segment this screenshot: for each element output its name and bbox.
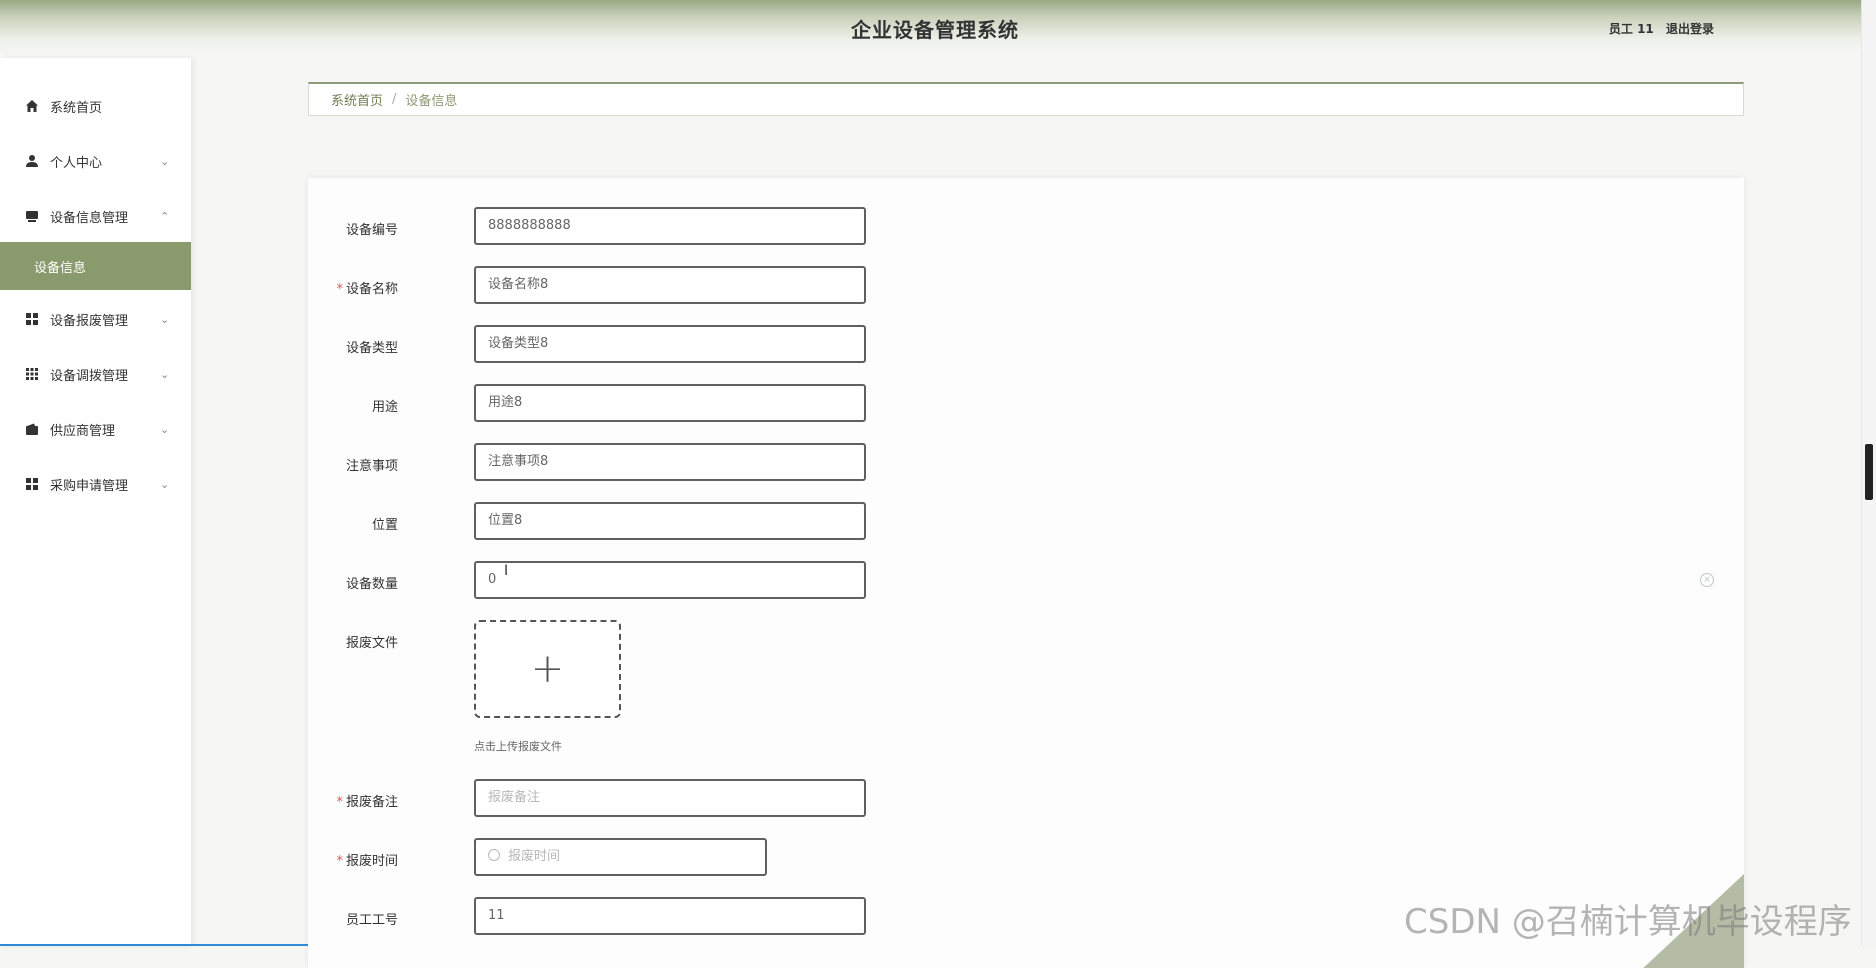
text-cursor-icon: I (504, 563, 509, 579)
employee-id-input[interactable]: 11 (474, 897, 866, 935)
scrap-time-picker[interactable]: 报废时间 (474, 838, 767, 876)
form-row-scrap-remark: * 报废备注 报废备注 (308, 779, 908, 819)
apps-icon (25, 367, 39, 381)
field-label: 用途 (371, 400, 398, 415)
upload-box[interactable]: + (474, 620, 621, 718)
sidebar-item-device-info-mgmt[interactable]: 设备信息管理 ⌃ (0, 190, 191, 242)
device-name-input[interactable]: 设备名称8 (474, 266, 866, 304)
app-header: 企业设备管理系统 员工 11 退出登录 (0, 0, 1862, 56)
field-label: * 报废时间 (336, 854, 398, 869)
chevron-down-icon: ⌄ (160, 367, 170, 381)
usage-input[interactable]: 用途8 (474, 384, 866, 422)
sidebar-item-label: 设备调拨管理 (50, 368, 129, 384)
sidebar-item-home[interactable]: 系统首页 (0, 80, 191, 132)
home-icon (25, 99, 39, 113)
grid-icon (25, 477, 39, 491)
plus-icon: + (530, 646, 565, 692)
clear-icon[interactable]: × (1700, 573, 1714, 587)
form-row-device-type: 设备类型 设备类型8 (308, 325, 908, 365)
form-row-device-code: 设备编号 8888888888 (308, 207, 908, 247)
quantity-input[interactable]: 0 (474, 561, 866, 599)
sidebar-item-personal[interactable]: 个人中心 ⌄ (0, 135, 191, 187)
form-row-scrap-file: 报废文件 + 点击上传报废文件 (308, 620, 908, 760)
chevron-down-icon: ⌄ (160, 477, 170, 491)
chevron-down-icon: ⌄ (160, 312, 170, 326)
breadcrumb-separator: / (392, 92, 397, 107)
vertical-scrollbar[interactable] (1861, 0, 1876, 946)
form-row-device-name: * 设备名称 设备名称8 (308, 266, 908, 306)
field-label: 设备编号 (345, 223, 398, 238)
device-type-input[interactable]: 设备类型8 (474, 325, 866, 363)
device-icon (25, 209, 39, 223)
sidebar-item-label: 设备报废管理 (50, 313, 129, 329)
field-label: 员工工号 (345, 913, 398, 928)
chevron-down-icon: ⌄ (160, 154, 170, 168)
chevron-down-icon: ⌄ (160, 422, 170, 436)
sidebar-item-label: 系统首页 (50, 100, 103, 116)
scrap-remark-input[interactable]: 报废备注 (474, 779, 866, 817)
sidebar-item-device-scrap[interactable]: 设备报废管理 ⌄ (0, 293, 191, 345)
sidebar-item-purchase[interactable]: 采购申请管理 ⌄ (0, 458, 191, 510)
user-icon (25, 154, 39, 168)
device-code-input[interactable]: 8888888888 (474, 207, 866, 245)
form-row-location: 位置 位置8 (308, 502, 908, 542)
sidebar-item-label: 设备信息 (34, 260, 87, 276)
form-row-usage: 用途 用途8 (308, 384, 908, 424)
field-label: 设备数量 (345, 577, 398, 592)
chevron-up-icon: ⌃ (160, 209, 170, 223)
breadcrumb: 系统首页 / 设备信息 (308, 82, 1744, 116)
sidebar-item-device-transfer[interactable]: 设备调拨管理 ⌄ (0, 348, 191, 400)
breadcrumb-home[interactable]: 系统首页 (331, 90, 383, 109)
field-label: 位置 (371, 518, 398, 533)
sidebar-item-label: 个人中心 (50, 155, 103, 171)
sidebar: 系统首页 个人中心 ⌄ 设备信息管理 ⌃ 设备信息 设备报废管理 ⌄ 设备调拨管… (0, 58, 191, 946)
wallet-icon (25, 422, 39, 436)
user-area: 员工 11 退出登录 (1601, 20, 1714, 37)
form-row-employee-id: 员工工号 11 (308, 897, 908, 937)
form-row-notes: 注意事项 注意事项8 (308, 443, 908, 483)
field-label: * 报废备注 (336, 795, 398, 810)
scrollbar-thumb[interactable] (1865, 444, 1873, 500)
sidebar-item-supplier[interactable]: 供应商管理 ⌄ (0, 403, 191, 455)
form-card: 设备编号 8888888888 * 设备名称 设备名称8 设备类型 设备类型8 用… (308, 178, 1744, 968)
clock-icon (488, 849, 500, 861)
field-label: 报废文件 (345, 636, 398, 651)
form-row-quantity: 设备数量 0 (308, 561, 908, 601)
location-input[interactable]: 位置8 (474, 502, 866, 540)
current-user: 员工 11 (1608, 22, 1654, 36)
watermark: CSDN @召楠计算机毕设程序 (1404, 902, 1852, 942)
app-title: 企业设备管理系统 (851, 18, 1019, 42)
breadcrumb-current: 设备信息 (405, 94, 458, 109)
upload-hint: 点击上传报废文件 (474, 740, 562, 753)
grid-icon (25, 312, 39, 326)
notes-input[interactable]: 注意事项8 (474, 443, 866, 481)
logout-link[interactable]: 退出登录 (1666, 22, 1714, 36)
sidebar-item-label: 设备信息管理 (50, 210, 129, 226)
field-label: 注意事项 (345, 459, 398, 474)
form-row-scrap-time: * 报废时间 报废时间 (308, 838, 908, 878)
field-label: * 设备名称 (336, 282, 398, 297)
sidebar-item-label: 采购申请管理 (50, 478, 129, 494)
sidebar-item-label: 供应商管理 (50, 423, 116, 439)
field-label: 设备类型 (345, 341, 398, 356)
sidebar-item-device-info[interactable]: 设备信息 (0, 242, 191, 290)
